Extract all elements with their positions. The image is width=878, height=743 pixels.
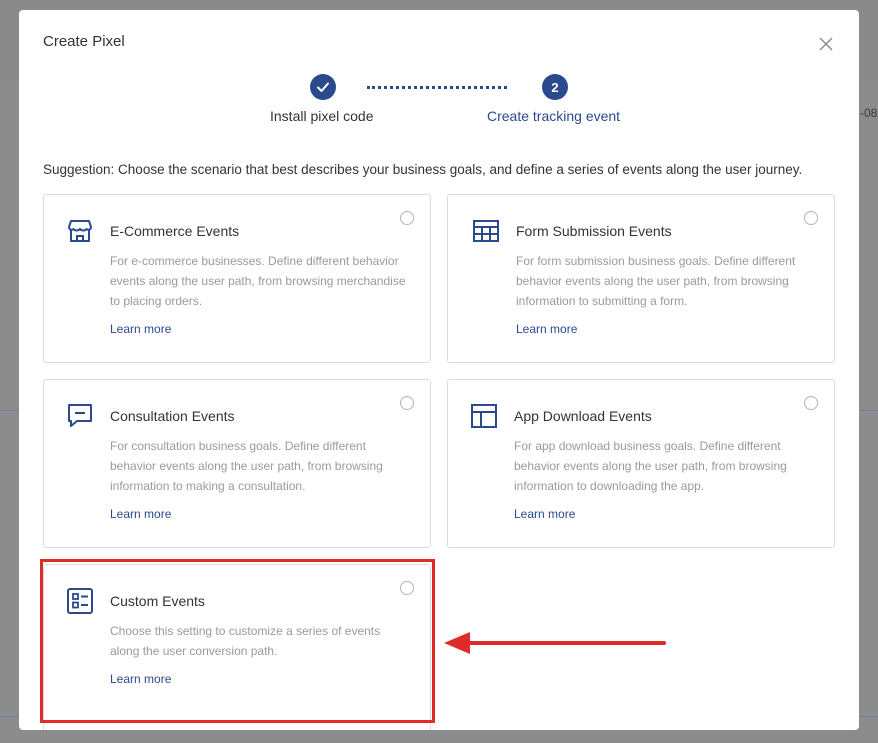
annotation-arrow-icon [444,632,666,654]
card-description-line: behavior events along the user path, fro… [110,459,383,473]
app-download-radio[interactable] [804,396,818,410]
background-partial-text: -08 [860,106,878,120]
backdrop-line [0,410,20,411]
card-form-submission-events[interactable]: Form Submission Events For form submissi… [447,194,835,363]
backdrop-line [860,716,878,717]
step-2-circle: 2 [542,74,568,100]
card-description-line: behavior events along the user path, fro… [516,274,789,288]
card-description: For e-commerce businesses. Define differ… [110,251,420,311]
card-description-line: events along the user path, from browsin… [110,274,406,288]
check-icon [317,82,329,92]
card-description-line: For consultation business goals. Define … [110,439,366,453]
step-2-label: Create tracking event [487,108,621,124]
card-ecommerce-events[interactable]: E-Commerce Events For e-commerce busines… [43,194,431,363]
card-description: For consultation business goals. Define … [110,436,420,496]
table-icon [473,220,499,242]
card-description-line: For e-commerce businesses. Define differ… [110,254,399,268]
card-description-line: information to downloading the app. [514,479,705,493]
card-title: Form Submission Events [516,223,672,239]
card-description-line: information to submitting a form. [516,294,688,308]
app-download-learn-more-link[interactable]: Learn more [514,507,575,521]
form-submission-learn-more-link[interactable]: Learn more [516,322,577,336]
card-description-line: For form submission business goals. Defi… [516,254,796,268]
card-description: For app download business goals. Define … [514,436,824,496]
card-title: E-Commerce Events [110,223,240,239]
card-description: For form submission business goals. Defi… [516,251,826,311]
card-description-line: For app download business goals. Define … [514,439,781,453]
backdrop-line [0,716,20,717]
ecommerce-radio[interactable] [400,211,414,225]
card-title: App Download Events [514,408,652,424]
storefront-icon [68,220,92,242]
layout-icon [471,404,497,428]
backdrop-line [860,410,878,411]
close-button[interactable] [816,34,836,54]
card-title: Consultation Events [110,408,235,424]
ecommerce-learn-more-link[interactable]: Learn more [110,322,171,336]
card-description-line: information to making a consultation. [110,479,306,493]
card-app-download-events[interactable]: App Download Events For app download bus… [447,379,835,548]
step-connector [367,86,507,89]
form-submission-radio[interactable] [804,211,818,225]
consultation-learn-more-link[interactable]: Learn more [110,507,171,521]
consultation-radio[interactable] [400,396,414,410]
step-1-label: Install pixel code [270,108,374,124]
modal-title: Create Pixel [43,33,125,50]
suggestion-text: Suggestion: Choose the scenario that bes… [43,162,803,177]
highlight-box [40,559,435,723]
step-1-circle [310,74,336,100]
chat-icon [68,404,92,427]
card-consultation-events[interactable]: Consultation Events For consultation bus… [43,379,431,548]
close-icon [819,37,833,51]
card-description-line: to placing orders. [110,294,203,308]
card-description-line: behavior events along the user path, fro… [514,459,787,473]
